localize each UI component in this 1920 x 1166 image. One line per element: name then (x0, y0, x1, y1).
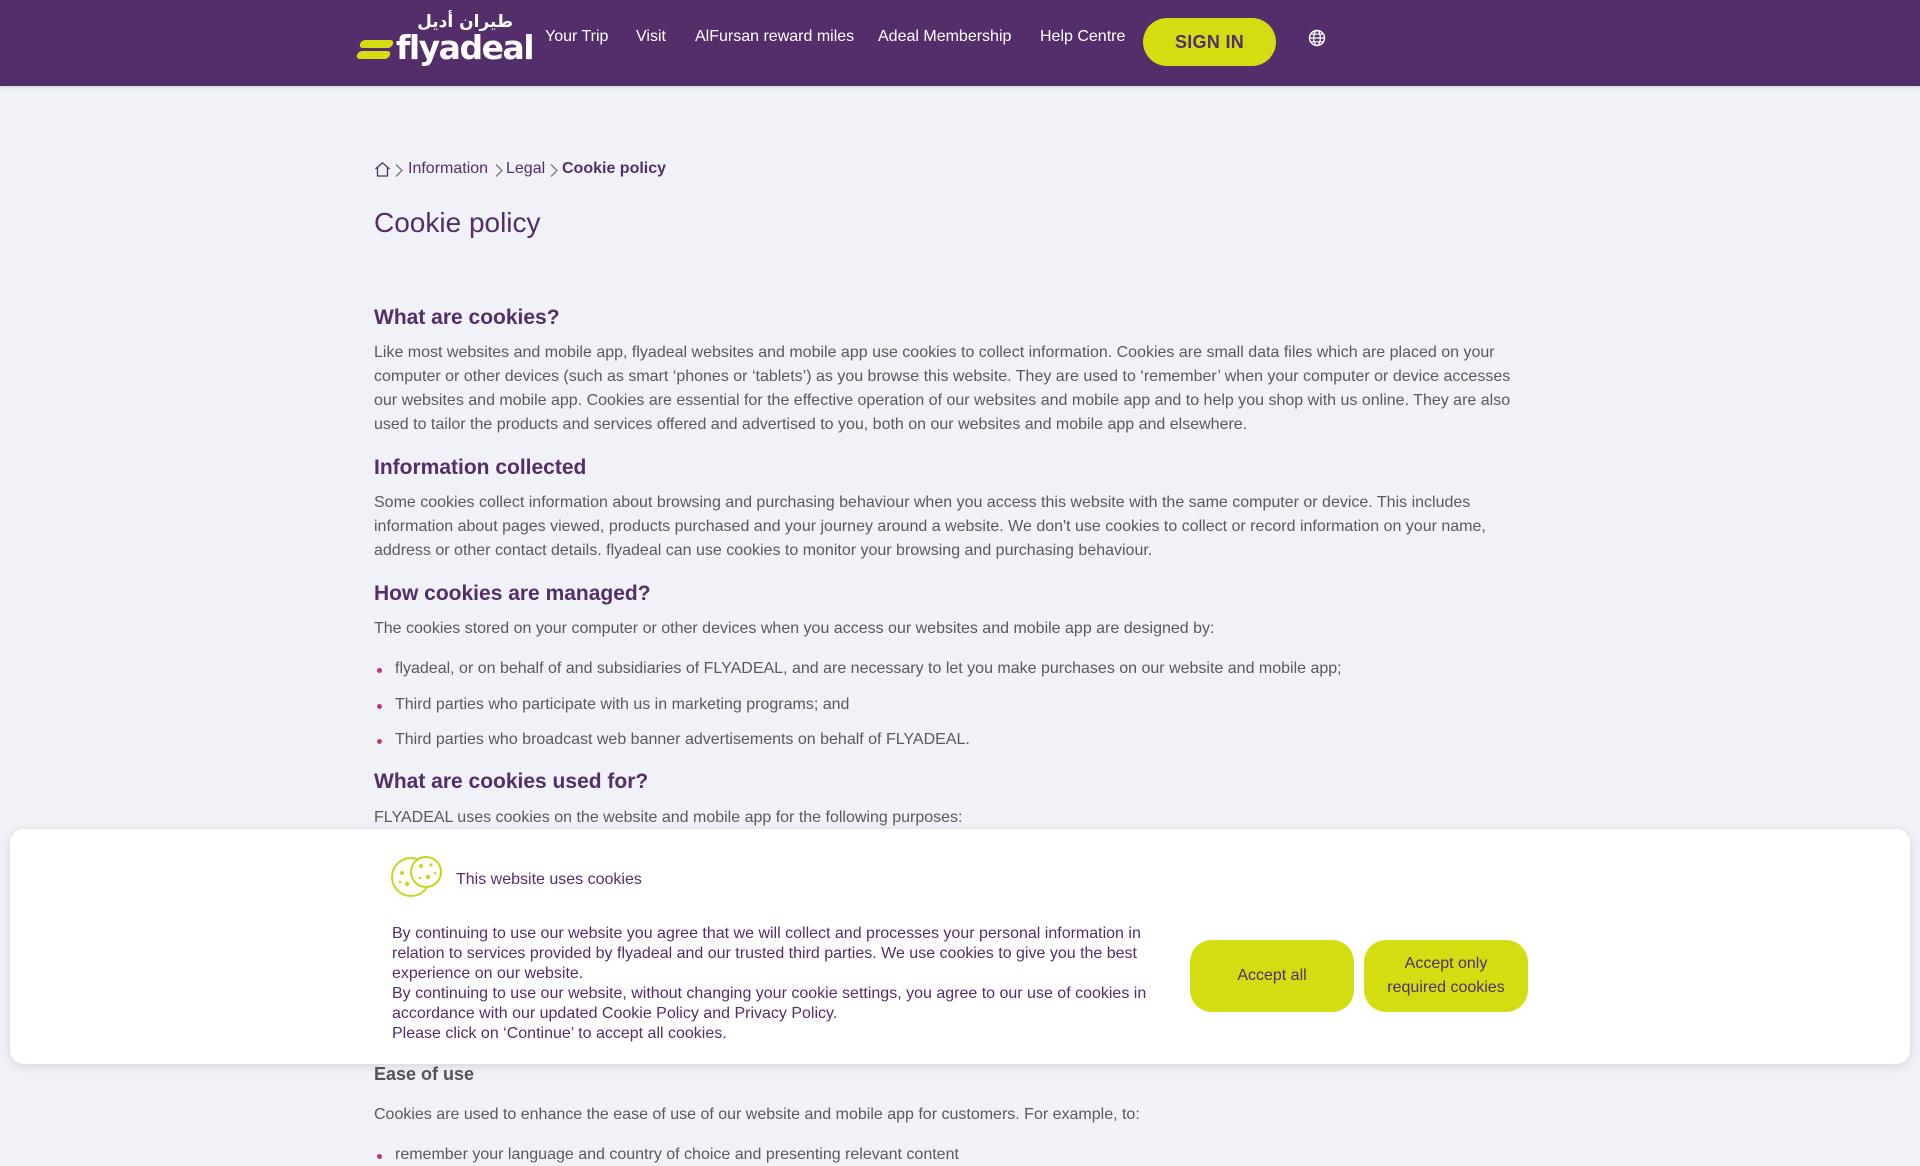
cookie-paragraph: Please click on ‘Continue’ to accept all… (392, 1025, 727, 1042)
privacy-policy-link[interactable]: Privacy Policy (734, 1005, 832, 1022)
accept-all-button[interactable]: Accept all (1190, 940, 1354, 1012)
section-body: Some cookies collect information about b… (374, 494, 1486, 559)
section-heading: What are cookies used for? (374, 770, 649, 793)
home-icon[interactable] (374, 161, 391, 178)
button-label-line: Accept only (1404, 955, 1488, 972)
page-title: Cookie policy (374, 207, 541, 238)
chevron-right-icon (550, 164, 558, 177)
breadcrumb-current: Cookie policy (562, 160, 667, 177)
bullet-dot (377, 1154, 382, 1159)
sign-in-button[interactable]: SIGN IN (1143, 18, 1276, 66)
subsection-heading: Ease of use (374, 1064, 475, 1084)
nav-visit[interactable]: Visit (636, 28, 666, 46)
list-item-text: remember your language and country of ch… (395, 1146, 959, 1163)
nav-adeal-membership[interactable]: Adeal Membership (878, 28, 1011, 46)
flyadeal-logo[interactable]: طيران أديل flyadeal (355, 12, 535, 68)
list-item-text: Third parties who broadcast web banner a… (395, 731, 970, 748)
list-item-text: Third parties who participate with us in… (395, 696, 850, 713)
bullet-dot (377, 668, 382, 673)
list-item-text: flyadeal, or on behalf of and subsidiari… (395, 660, 1342, 677)
cookie-policy-link[interactable]: Cookie Policy (602, 1005, 699, 1022)
cookie-banner-title: This website uses cookies (456, 871, 642, 888)
nav-your-trip[interactable]: Your Trip (545, 28, 608, 46)
breadcrumb-legal[interactable]: Legal (506, 160, 545, 178)
cookie-paragraph: By continuing to use our website you agr… (392, 925, 1141, 982)
nav-alfursan[interactable]: AlFursan reward miles (695, 28, 854, 46)
button-label-line: required cookies (1387, 979, 1505, 996)
section-heading: Information collected (374, 456, 587, 479)
section-heading: What are cookies? (374, 306, 560, 329)
bullet-dot (377, 739, 382, 744)
section-body: FLYADEAL uses cookies on the website and… (374, 809, 963, 826)
logo-mark-icon (355, 36, 395, 62)
section-body: Cookies are used to enhance the ease of … (374, 1106, 1140, 1123)
globe-icon[interactable] (1308, 29, 1326, 47)
cookie-banner-text: By continuing to use our website you agr… (392, 924, 1192, 1044)
chevron-right-icon (495, 164, 503, 177)
cookie-banner: This website uses cookies By continuing … (10, 829, 1910, 1064)
nav-help-centre[interactable]: Help Centre (1040, 28, 1125, 46)
section-body: Like most websites and mobile app, flyad… (374, 344, 1511, 433)
breadcrumb-information[interactable]: Information (408, 160, 488, 178)
chevron-right-icon (395, 164, 403, 177)
cookie-text-fragment: . (832, 1005, 838, 1022)
cookie-paragraph: By continuing to use our website, withou… (392, 984, 1192, 1024)
section-body: The cookies stored on your computer or o… (374, 620, 1215, 637)
bullet-dot (377, 704, 382, 709)
cookie-icon (391, 856, 442, 897)
accept-required-cookies-button[interactable]: Accept only required cookies (1364, 940, 1528, 1012)
section-heading: How cookies are managed? (374, 582, 651, 605)
site-header: طيران أديل flyadeal Your Trip Visit AlFu… (0, 0, 1920, 86)
logo-text: flyadeal (396, 28, 535, 67)
cookie-text-fragment: and (698, 1005, 735, 1022)
